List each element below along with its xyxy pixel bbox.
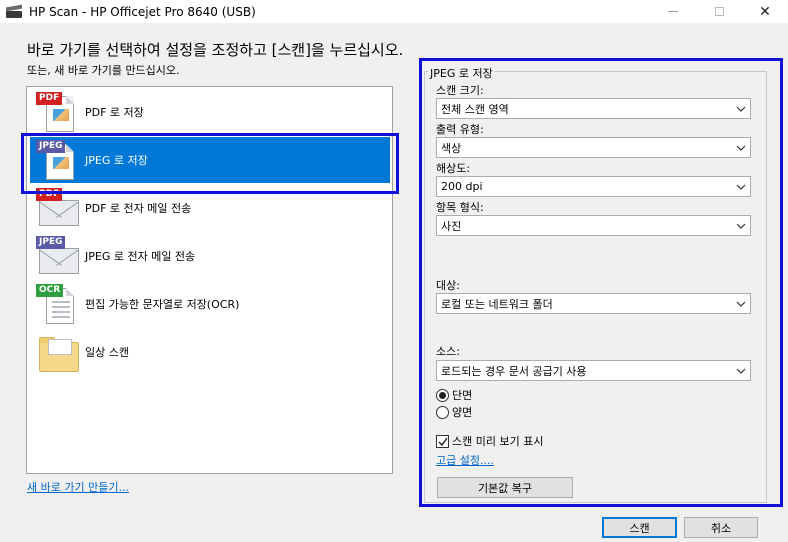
chevron-down-icon bbox=[736, 182, 746, 192]
close-icon: ✕ bbox=[759, 3, 771, 20]
duplex-radio[interactable]: 양면 bbox=[436, 404, 472, 420]
window-controls: ✕ bbox=[650, 0, 788, 23]
item-type-label: 항목 형식: bbox=[436, 201, 484, 214]
instruction-text: 바로 가기를 선택하여 설정을 조정하고 [스캔]을 누르십시오. bbox=[27, 41, 404, 59]
scanner-app-icon bbox=[6, 4, 22, 18]
duplex-label: 양면 bbox=[452, 406, 473, 419]
output-type-label: 출력 유형: bbox=[436, 123, 484, 136]
source-label: 소스: bbox=[436, 345, 460, 358]
scan-size-select[interactable]: 전체 스캔 영역 bbox=[436, 98, 751, 119]
folder-icon bbox=[36, 332, 80, 372]
output-type-select[interactable]: 색상 bbox=[436, 137, 751, 158]
item-type-value: 사진 bbox=[441, 219, 462, 233]
maximize-button[interactable] bbox=[696, 0, 742, 23]
restore-defaults-button[interactable]: 기본값 복구 bbox=[437, 477, 573, 498]
destination-select[interactable]: 로컬 또는 네트워크 폴더 bbox=[436, 293, 751, 314]
selected-shortcut-highlight bbox=[21, 133, 399, 194]
shortcut-item-email-jpeg[interactable]: JPEG JPEG 로 전자 메일 전송 bbox=[30, 233, 390, 279]
sub-instruction-text: 또는, 새 바로 가기를 만드십시오. bbox=[27, 64, 180, 77]
window-title: HP Scan - HP Officejet Pro 8640 (USB) bbox=[29, 4, 256, 19]
source-value: 로드되는 경우 문서 공급기 사용 bbox=[441, 364, 587, 378]
preview-checkbox[interactable]: 스캔 미리 보기 표시 bbox=[436, 433, 543, 449]
jpeg-email-icon: JPEG bbox=[36, 236, 80, 276]
chevron-down-icon bbox=[736, 104, 746, 114]
destination-label: 대상: bbox=[436, 279, 460, 292]
title-bar: HP Scan - HP Officejet Pro 8640 (USB) ✕ bbox=[0, 0, 788, 23]
simplex-radio[interactable]: 단면 bbox=[436, 387, 472, 403]
scan-size-label: 스캔 크기: bbox=[436, 84, 484, 97]
simplex-label: 단면 bbox=[452, 389, 473, 402]
shortcut-label: 편집 가능한 문자열로 저장(OCR) bbox=[85, 298, 240, 311]
resolution-value: 200 dpi bbox=[441, 180, 483, 193]
shortcut-label: PDF 로 전자 메일 전송 bbox=[85, 202, 192, 215]
shortcut-item-everyday-scan[interactable]: 일상 스캔 bbox=[30, 329, 390, 375]
advanced-settings-link[interactable]: 고급 설정.... bbox=[436, 452, 494, 468]
pdf-document-icon: PDF bbox=[36, 92, 80, 132]
shortcut-item-save-pdf[interactable]: PDF PDF 로 저장 bbox=[30, 89, 390, 135]
chevron-down-icon bbox=[736, 143, 746, 153]
checkmark-icon bbox=[436, 434, 449, 448]
shortcut-label: JPEG 로 전자 메일 전송 bbox=[85, 250, 196, 263]
destination-value: 로컬 또는 네트워크 폴더 bbox=[441, 297, 553, 311]
scan-size-value: 전체 스캔 영역 bbox=[441, 102, 509, 116]
source-select[interactable]: 로드되는 경우 문서 공급기 사용 bbox=[436, 360, 751, 381]
shortcut-item-ocr[interactable]: OCR 편집 가능한 문자열로 저장(OCR) bbox=[30, 281, 390, 327]
close-button[interactable]: ✕ bbox=[742, 0, 788, 23]
preview-label: 스캔 미리 보기 표시 bbox=[452, 435, 544, 448]
cancel-button[interactable]: 취소 bbox=[684, 517, 758, 538]
shortcut-label: 일상 스캔 bbox=[85, 346, 129, 359]
minimize-icon bbox=[668, 11, 678, 12]
chevron-down-icon bbox=[736, 299, 746, 309]
ocr-document-icon: OCR bbox=[36, 284, 80, 324]
shortcut-label: PDF 로 저장 bbox=[85, 106, 144, 119]
resolution-label: 해상도: bbox=[436, 162, 471, 175]
pdf-email-icon: PDF bbox=[36, 188, 80, 228]
item-type-select[interactable]: 사진 bbox=[436, 215, 751, 236]
create-shortcut-link[interactable]: 새 바로 가기 만들기... bbox=[27, 479, 129, 495]
minimize-button[interactable] bbox=[650, 0, 696, 23]
output-type-value: 색상 bbox=[441, 141, 462, 155]
resolution-select[interactable]: 200 dpi bbox=[436, 176, 751, 197]
chevron-down-icon bbox=[736, 366, 746, 376]
maximize-icon bbox=[714, 7, 724, 16]
chevron-down-icon bbox=[736, 221, 746, 231]
scan-button[interactable]: 스캔 bbox=[602, 517, 677, 538]
radio-selected-dot bbox=[439, 391, 446, 399]
